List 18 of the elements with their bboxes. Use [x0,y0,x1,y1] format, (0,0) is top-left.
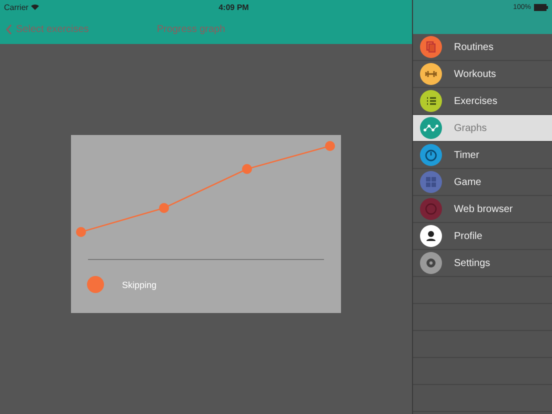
data-point [242,164,252,174]
menu-item[interactable]: Settings [413,250,552,277]
data-point [325,141,335,151]
data-point [76,227,86,237]
menu-item[interactable]: Workouts [413,61,552,88]
data-point [159,203,169,213]
chevron-left-icon [6,24,12,34]
legend-label: Skipping [122,280,157,290]
menu-item[interactable]: Game [413,169,552,196]
clock-time: 4:09 PM [218,2,249,12]
nav-title: Progress graph [156,24,226,34]
menu-item[interactable]: Profile [413,223,552,250]
battery-icon [534,4,548,11]
wifi-icon [31,4,40,10]
carrier-label: Carrier [4,2,28,12]
menu-item[interactable]: Timer [413,142,552,169]
menu-item[interactable]: Routines [413,34,552,61]
menu-item[interactable]: Web browser [413,196,552,223]
